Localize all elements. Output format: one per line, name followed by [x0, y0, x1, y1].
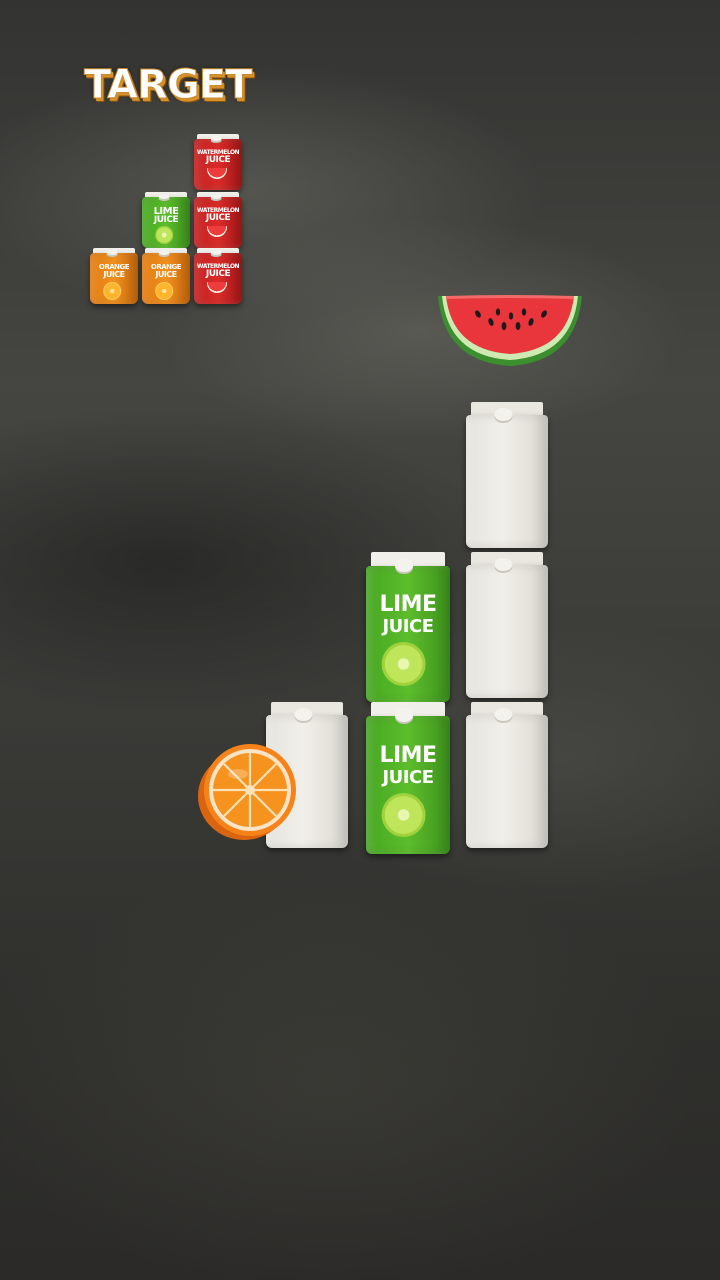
board-carton-lime[interactable]: LIME JUICE [366, 702, 450, 854]
orange-slice-piece[interactable] [194, 740, 302, 844]
board-carton-empty[interactable] [466, 552, 548, 698]
carton-label-line2: JUICE [382, 616, 434, 637]
carton-label-line2: JUICE [205, 213, 231, 224]
lime-icon [155, 225, 174, 244]
carton-label-line2: JUICE [382, 766, 434, 788]
orange-icon [103, 281, 122, 300]
carton-label-line1: LIME [379, 742, 437, 768]
orange-icon [155, 281, 174, 300]
target-carton-orange: ORANGE JUICE [142, 248, 190, 304]
target-title: TARGET [84, 62, 253, 109]
board-carton-empty[interactable] [466, 702, 548, 848]
target-carton-watermelon: WATERMELON JUICE [194, 248, 242, 304]
lime-icon [381, 642, 426, 686]
carton-label-line2: JUICE [205, 155, 231, 166]
target-carton-watermelon: WATERMELON JUICE [194, 192, 242, 248]
board-carton-empty[interactable] [466, 402, 548, 548]
carton-label-line2: JUICE [155, 269, 177, 279]
watermelon-slice-piece[interactable] [436, 292, 584, 368]
target-carton-lime: LIME JUICE [142, 192, 190, 248]
target-carton-orange: ORANGE JUICE [90, 248, 138, 304]
carton-label-line1: LIME [379, 592, 437, 617]
carton-label-line2: JUICE [153, 215, 179, 226]
board-carton-lime[interactable]: LIME JUICE [366, 552, 450, 702]
carton-label-line2: JUICE [103, 269, 125, 279]
lime-icon [381, 793, 426, 838]
target-carton-watermelon: WATERMELON JUICE [194, 134, 242, 190]
carton-label-line2: JUICE [205, 269, 231, 280]
